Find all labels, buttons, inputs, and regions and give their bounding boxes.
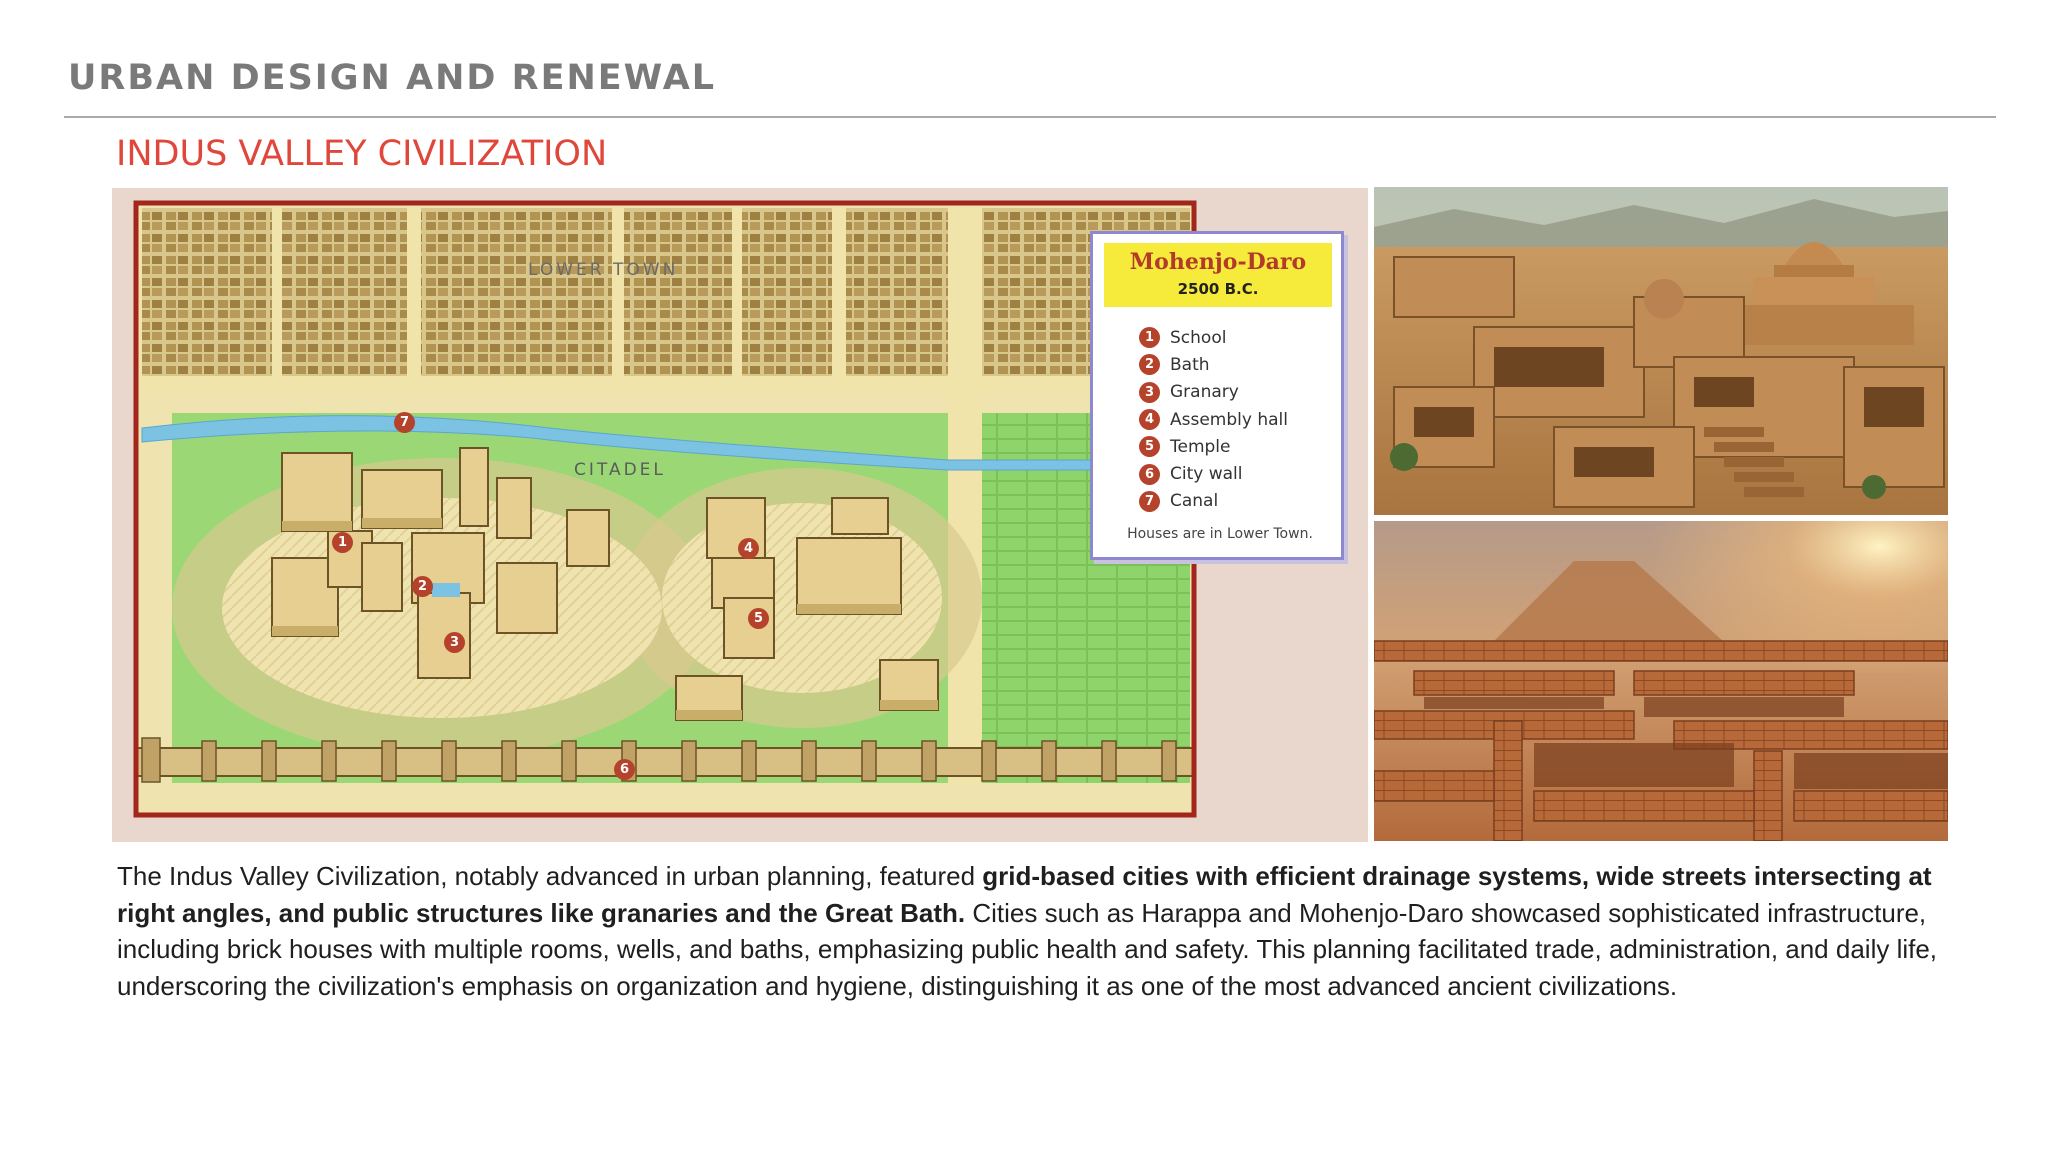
map-legend: Mohenjo-Daro 2500 B.C. 1 School 2 Bath 3 Gr… [1090,231,1344,560]
legend-number: 2 [1139,354,1160,376]
legend-item: 2 Bath [1139,351,1288,378]
legend-header: Mohenjo-Daro 2500 B.C. [1104,243,1332,307]
legend-number: 6 [1139,463,1160,485]
map-marker-5: 5 [748,608,769,629]
legend-number: 7 [1139,490,1160,512]
legend-item: 5 Temple [1139,433,1288,460]
citadel-label: CITADEL [574,460,666,480]
map-marker-3: 3 [444,632,465,653]
lower-town-label: LOWER TOWN [528,260,679,280]
legend-item: 6 City wall [1139,460,1288,487]
excavated-brick-ruins-photo [1374,521,1948,841]
legend-item: 4 Assembly hall [1139,406,1288,433]
legend-title: Mohenjo-Daro [1129,249,1307,275]
legend-label: Temple [1170,436,1231,457]
paragraph-text-intro: The Indus Valley Civilization, notably a… [117,861,983,891]
header-divider [64,116,1996,118]
legend-number: 5 [1139,436,1160,458]
legend-label: Canal [1170,491,1219,512]
legend-label: Assembly hall [1170,409,1288,430]
legend-note: Houses are in Lower Town. [1127,526,1313,542]
description-paragraph: The Indus Valley Civilization, notably a… [117,858,1947,1004]
legend-list: 1 School 2 Bath 3 Granary 4 Assembly hall 5T… [1139,324,1288,515]
map-marker-7: 7 [394,412,415,433]
ruins-with-stupa-photo [1374,187,1948,515]
legend-label: Granary [1170,382,1239,403]
section-title: URBAN DESIGN AND RENEWAL [68,58,717,98]
slide-subtitle: INDUS VALLEY CIVILIZATION [116,134,608,174]
map-marker-1: 1 [332,532,353,553]
legend-item: 7 Canal [1139,488,1288,515]
legend-label: School [1170,327,1227,348]
legend-item: 1 School [1139,324,1288,351]
legend-item: 3 Granary [1139,379,1288,406]
map-marker-6: 6 [614,759,635,780]
legend-label: Bath [1170,354,1210,375]
legend-label: City wall [1170,464,1243,485]
map-marker-4: 4 [738,538,759,559]
legend-number: 3 [1139,381,1160,403]
legend-number: 4 [1139,409,1160,431]
legend-number: 1 [1139,327,1160,349]
map-marker-2: 2 [412,576,433,597]
legend-date: 2500 B.C. [1177,280,1259,298]
